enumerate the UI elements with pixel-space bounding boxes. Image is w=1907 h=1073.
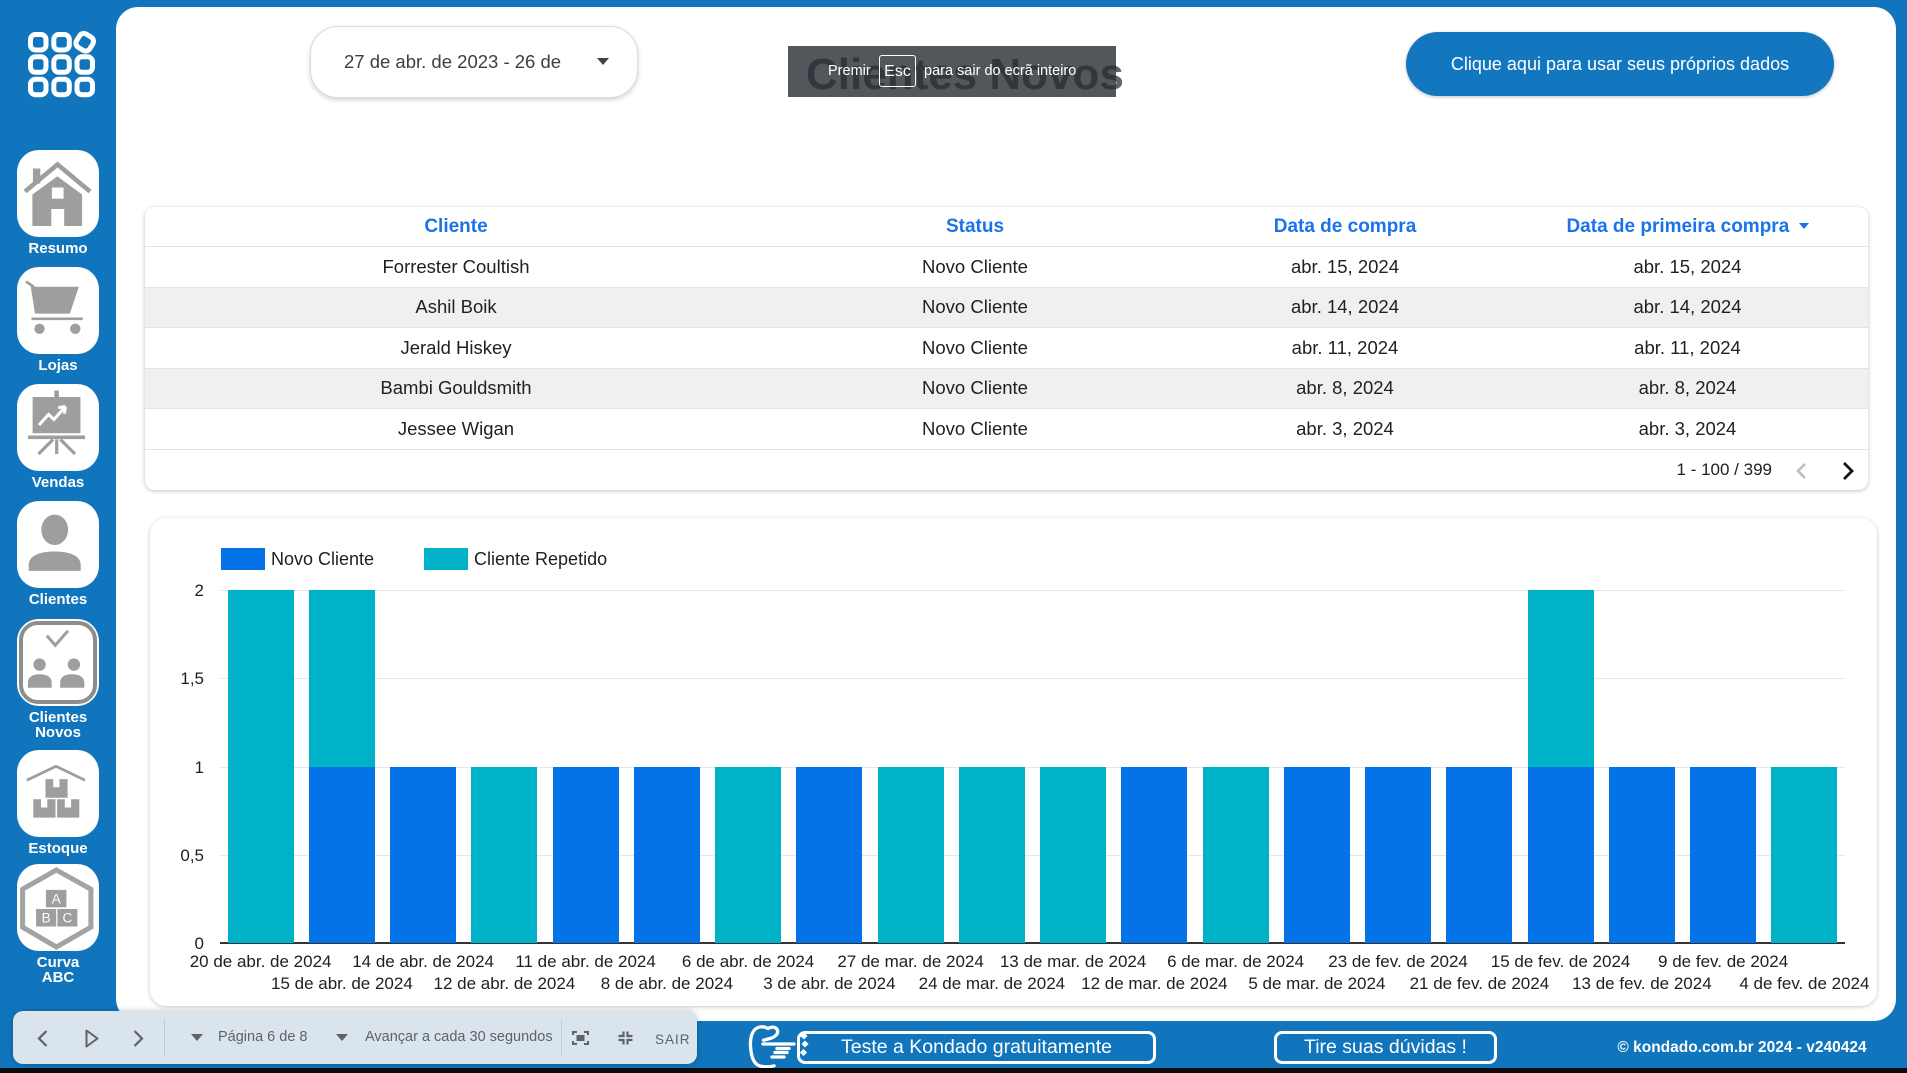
svg-text:A: A: [52, 892, 61, 907]
svg-text:B: B: [42, 911, 51, 926]
svg-text:C: C: [63, 911, 73, 926]
